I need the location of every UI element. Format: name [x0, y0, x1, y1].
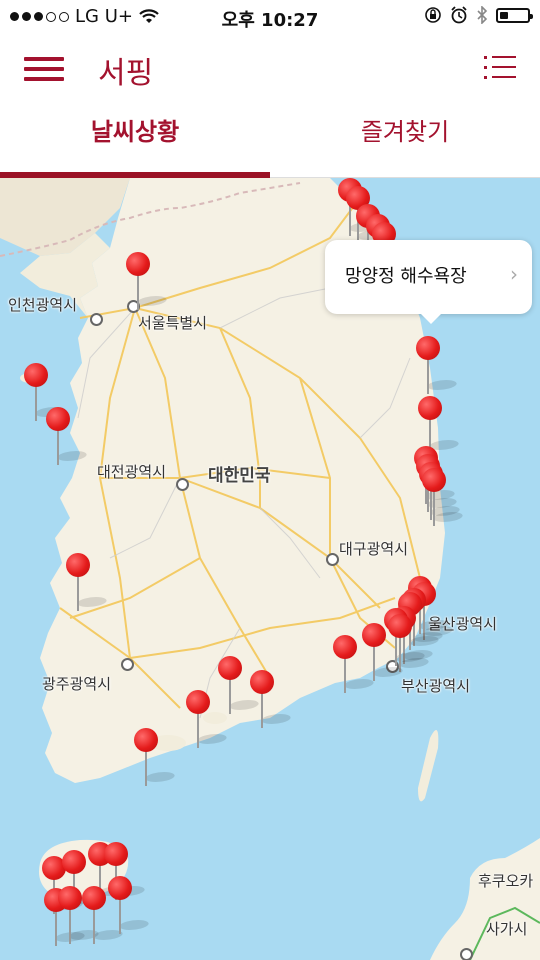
map-pin[interactable]: [58, 886, 103, 946]
daejeon-marker: [176, 478, 189, 491]
map-pin[interactable]: [250, 670, 295, 730]
map-pin[interactable]: [24, 363, 69, 423]
daegu-marker: [326, 553, 339, 566]
status-right: [424, 6, 533, 24]
map-pin[interactable]: [186, 690, 231, 750]
map-pin[interactable]: [416, 336, 461, 396]
map-pin[interactable]: [218, 656, 263, 716]
battery-icon: [496, 7, 533, 23]
chevron-right-icon[interactable]: ›: [510, 262, 518, 286]
hamburger-menu-icon[interactable]: [24, 54, 64, 84]
rotation-lock-icon: [425, 7, 441, 23]
map-pin[interactable]: [66, 553, 111, 613]
fukuoka-marker: [460, 948, 473, 960]
tab-bar: 날씨상황 즐겨찾기: [0, 102, 540, 178]
map-view[interactable]: 인천광역시 서울특별시 대전광역시 대한민국 대구광역시 울산광역시 부산광역시…: [0, 178, 540, 960]
gwangju-marker: [121, 658, 134, 671]
map-label-daejeon: 대전광역시: [97, 463, 167, 481]
incheon-marker: [90, 313, 103, 326]
map-pin[interactable]: [362, 623, 407, 683]
navigation-bar: 서핑: [0, 34, 540, 102]
tab-favorites[interactable]: 즐겨찾기: [270, 112, 540, 152]
map-label-gwangju: 광주광역시: [42, 675, 112, 693]
map-pin[interactable]: [333, 635, 378, 695]
callout-title: 망양정 해수욕장: [345, 266, 467, 287]
page-title: 서핑: [98, 56, 154, 91]
status-bar: LG U+ 오후 10:27: [0, 0, 540, 34]
map-label-busan: 부산광역시: [401, 677, 471, 695]
map-pin[interactable]: [134, 728, 179, 788]
map-pin[interactable]: [422, 468, 467, 528]
list-icon[interactable]: [484, 54, 516, 82]
map-pin[interactable]: [108, 876, 153, 936]
map-label-fukuoka: 후쿠오카: [478, 872, 534, 890]
map-label-daegu: 대구광역시: [339, 540, 409, 558]
location-callout[interactable]: 망양정 해수욕장 ›: [325, 240, 532, 324]
map-pin[interactable]: [46, 407, 91, 467]
map-label-saga: 사가시: [486, 920, 528, 938]
bluetooth-icon: [477, 6, 488, 24]
map-label-incheon: 인천광역시: [8, 296, 78, 314]
map-label-korea: 대한민국: [208, 466, 271, 486]
map-pin[interactable]: [388, 614, 433, 674]
callout-tail: [420, 313, 442, 324]
alarm-icon: [451, 6, 467, 24]
map-label-seoul: 서울특별시: [138, 314, 208, 332]
tab-weather[interactable]: 날씨상황: [0, 112, 270, 152]
map-pin[interactable]: [82, 886, 127, 946]
map-pin[interactable]: [126, 252, 171, 312]
